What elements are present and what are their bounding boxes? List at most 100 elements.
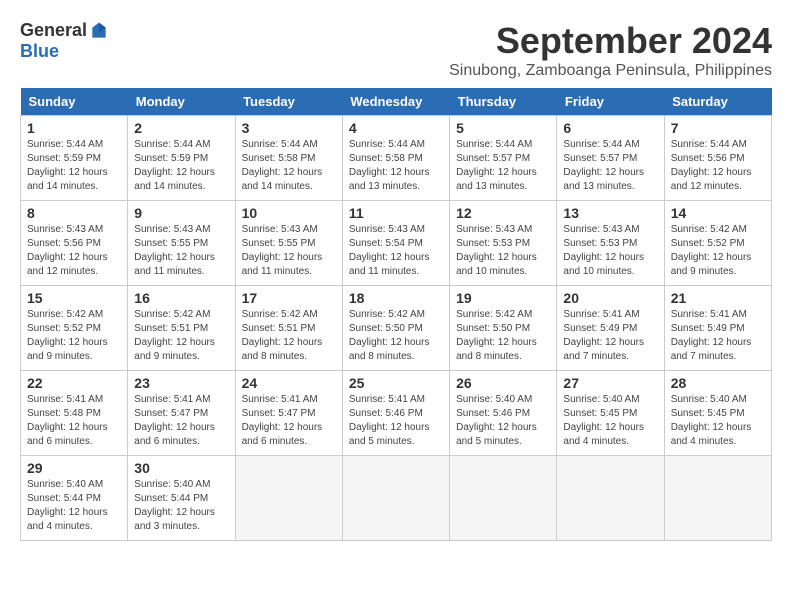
day-number: 23 [134, 375, 228, 391]
day-detail: Sunrise: 5:43 AMSunset: 5:56 PMDaylight:… [27, 223, 121, 279]
day-number: 29 [27, 460, 121, 476]
day-detail: Sunrise: 5:42 AMSunset: 5:51 PMDaylight:… [134, 308, 228, 364]
table-row: 23 Sunrise: 5:41 AMSunset: 5:47 PMDayligh… [128, 371, 235, 456]
day-number: 24 [242, 375, 336, 391]
day-number: 10 [242, 205, 336, 221]
day-number: 28 [671, 375, 765, 391]
table-row: 28 Sunrise: 5:40 AMSunset: 5:45 PMDayligh… [664, 371, 771, 456]
title-section: September 2024 Sinubong, Zamboanga Penin… [449, 20, 772, 80]
table-row: 15Sunrise: 5:42 AMSunset: 5:52 PMDayligh… [21, 286, 128, 371]
table-row: 12 Sunrise: 5:43 AMSunset: 5:53 PMDayligh… [450, 201, 557, 286]
table-row: 3 Sunrise: 5:44 AMSunset: 5:58 PMDaylight… [235, 116, 342, 201]
day-detail: Sunrise: 5:44 AMSunset: 5:59 PMDaylight:… [134, 138, 228, 194]
day-detail: Sunrise: 5:44 AMSunset: 5:56 PMDaylight:… [671, 138, 765, 194]
day-number: 14 [671, 205, 765, 221]
day-detail: Sunrise: 5:44 AMSunset: 5:57 PMDaylight:… [456, 138, 550, 194]
table-row [557, 456, 664, 541]
day-detail: Sunrise: 5:41 AMSunset: 5:46 PMDaylight:… [349, 393, 443, 449]
day-number: 8 [27, 205, 121, 221]
day-number: 5 [456, 120, 550, 136]
day-number: 6 [563, 120, 657, 136]
day-detail: Sunrise: 5:41 AMSunset: 5:47 PMDaylight:… [242, 393, 336, 449]
table-row: 20 Sunrise: 5:41 AMSunset: 5:49 PMDayligh… [557, 286, 664, 371]
day-number: 22 [27, 375, 121, 391]
table-row: 11Sunrise: 5:43 AMSunset: 5:54 PMDayligh… [342, 201, 449, 286]
day-detail: Sunrise: 5:41 AMSunset: 5:47 PMDaylight:… [134, 393, 228, 449]
day-number: 13 [563, 205, 657, 221]
table-row [450, 456, 557, 541]
day-detail: Sunrise: 5:40 AMSunset: 5:44 PMDaylight:… [27, 478, 121, 534]
day-detail: Sunrise: 5:44 AMSunset: 5:59 PMDaylight:… [27, 138, 121, 194]
table-row: 5 Sunrise: 5:44 AMSunset: 5:57 PMDaylight… [450, 116, 557, 201]
day-detail: Sunrise: 5:41 AMSunset: 5:49 PMDaylight:… [671, 308, 765, 364]
table-row: 9Sunrise: 5:43 AMSunset: 5:55 PMDaylight… [128, 201, 235, 286]
table-row: 21 Sunrise: 5:41 AMSunset: 5:49 PMDayligh… [664, 286, 771, 371]
logo: General Blue [20, 20, 109, 62]
day-detail: Sunrise: 5:43 AMSunset: 5:55 PMDaylight:… [242, 223, 336, 279]
day-detail: Sunrise: 5:43 AMSunset: 5:53 PMDaylight:… [456, 223, 550, 279]
week-row-5: 29 Sunrise: 5:40 AMSunset: 5:44 PMDayligh… [21, 456, 772, 541]
table-row: 14 Sunrise: 5:42 AMSunset: 5:52 PMDayligh… [664, 201, 771, 286]
day-number: 15 [27, 290, 121, 306]
day-number: 7 [671, 120, 765, 136]
header: General Blue September 2024 Sinubong, Za… [20, 20, 772, 80]
table-row [664, 456, 771, 541]
day-detail: Sunrise: 5:44 AMSunset: 5:58 PMDaylight:… [349, 138, 443, 194]
week-row-1: 1Sunrise: 5:44 AMSunset: 5:59 PMDaylight… [21, 116, 772, 201]
table-row: 27 Sunrise: 5:40 AMSunset: 5:45 PMDayligh… [557, 371, 664, 456]
day-number: 4 [349, 120, 443, 136]
day-detail: Sunrise: 5:41 AMSunset: 5:49 PMDaylight:… [563, 308, 657, 364]
day-detail: Sunrise: 5:40 AMSunset: 5:44 PMDaylight:… [134, 478, 228, 534]
day-number: 20 [563, 290, 657, 306]
day-detail: Sunrise: 5:43 AMSunset: 5:55 PMDaylight:… [134, 223, 228, 279]
logo-icon [89, 21, 109, 41]
table-row: 29 Sunrise: 5:40 AMSunset: 5:44 PMDayligh… [21, 456, 128, 541]
day-number: 21 [671, 290, 765, 306]
col-tuesday: Tuesday [235, 88, 342, 116]
day-number: 18 [349, 290, 443, 306]
day-detail: Sunrise: 5:43 AMSunset: 5:53 PMDaylight:… [563, 223, 657, 279]
calendar-table: Sunday Monday Tuesday Wednesday Thursday… [20, 88, 772, 541]
day-detail: Sunrise: 5:40 AMSunset: 5:45 PMDaylight:… [563, 393, 657, 449]
month-title: September 2024 [449, 20, 772, 62]
day-detail: Sunrise: 5:42 AMSunset: 5:50 PMDaylight:… [349, 308, 443, 364]
table-row [235, 456, 342, 541]
table-row: 13 Sunrise: 5:43 AMSunset: 5:53 PMDayligh… [557, 201, 664, 286]
table-row: 4 Sunrise: 5:44 AMSunset: 5:58 PMDaylight… [342, 116, 449, 201]
week-row-4: 22 Sunrise: 5:41 AMSunset: 5:48 PMDayligh… [21, 371, 772, 456]
table-row: 18 Sunrise: 5:42 AMSunset: 5:50 PMDayligh… [342, 286, 449, 371]
week-row-2: 8 Sunrise: 5:43 AMSunset: 5:56 PMDaylight… [21, 201, 772, 286]
table-row: 1Sunrise: 5:44 AMSunset: 5:59 PMDaylight… [21, 116, 128, 201]
day-number: 27 [563, 375, 657, 391]
day-number: 25 [349, 375, 443, 391]
header-row: Sunday Monday Tuesday Wednesday Thursday… [21, 88, 772, 116]
location-title: Sinubong, Zamboanga Peninsula, Philippin… [449, 62, 772, 80]
day-detail: Sunrise: 5:44 AMSunset: 5:57 PMDaylight:… [563, 138, 657, 194]
day-detail: Sunrise: 5:42 AMSunset: 5:52 PMDaylight:… [671, 223, 765, 279]
day-detail: Sunrise: 5:40 AMSunset: 5:46 PMDaylight:… [456, 393, 550, 449]
week-row-3: 15Sunrise: 5:42 AMSunset: 5:52 PMDayligh… [21, 286, 772, 371]
logo-general-text: General [20, 20, 87, 41]
day-number: 2 [134, 120, 228, 136]
table-row: 26 Sunrise: 5:40 AMSunset: 5:46 PMDayligh… [450, 371, 557, 456]
table-row: 16Sunrise: 5:42 AMSunset: 5:51 PMDayligh… [128, 286, 235, 371]
logo-blue-text: Blue [20, 41, 59, 62]
day-detail: Sunrise: 5:41 AMSunset: 5:48 PMDaylight:… [27, 393, 121, 449]
col-wednesday: Wednesday [342, 88, 449, 116]
table-row: 17Sunrise: 5:42 AMSunset: 5:51 PMDayligh… [235, 286, 342, 371]
table-row: 8 Sunrise: 5:43 AMSunset: 5:56 PMDaylight… [21, 201, 128, 286]
col-monday: Monday [128, 88, 235, 116]
day-detail: Sunrise: 5:44 AMSunset: 5:58 PMDaylight:… [242, 138, 336, 194]
day-detail: Sunrise: 5:42 AMSunset: 5:50 PMDaylight:… [456, 308, 550, 364]
day-detail: Sunrise: 5:40 AMSunset: 5:45 PMDaylight:… [671, 393, 765, 449]
col-thursday: Thursday [450, 88, 557, 116]
table-row: 6 Sunrise: 5:44 AMSunset: 5:57 PMDaylight… [557, 116, 664, 201]
table-row: 19Sunrise: 5:42 AMSunset: 5:50 PMDayligh… [450, 286, 557, 371]
day-number: 17 [242, 290, 336, 306]
day-number: 3 [242, 120, 336, 136]
table-row: 10 Sunrise: 5:43 AMSunset: 5:55 PMDayligh… [235, 201, 342, 286]
day-number: 12 [456, 205, 550, 221]
day-number: 26 [456, 375, 550, 391]
col-sunday: Sunday [21, 88, 128, 116]
col-saturday: Saturday [664, 88, 771, 116]
